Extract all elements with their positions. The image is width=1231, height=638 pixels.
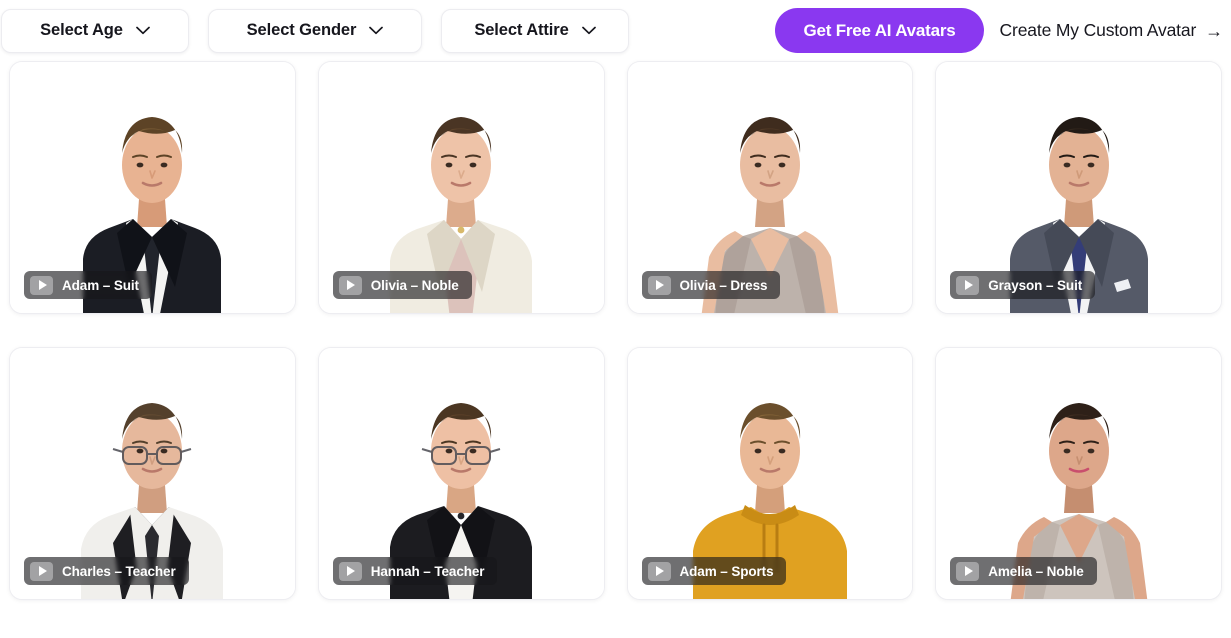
select-gender-label: Select Gender [246,21,357,39]
select-age-dropdown[interactable]: Select Age [1,8,189,53]
play-icon [30,561,53,581]
filter-group: Select Age Select Gender Select Attire [0,8,629,53]
cta-group: Get Free AI Avatars Create My Custom Ava… [775,0,1223,61]
avatar-play-badge[interactable]: Adam – Suit [24,271,152,299]
play-icon [956,561,980,581]
avatar-play-badge[interactable]: Grayson – Suit [950,271,1096,299]
avatar-card[interactable]: Olivia – Dress [626,61,914,314]
avatar-card[interactable]: Amelia – Noble [935,347,1222,600]
avatar-card[interactable]: Grayson – Suit [935,61,1222,314]
play-icon [338,275,362,295]
avatar-name-label: Adam – Sports [679,563,774,579]
avatar-card[interactable]: Adam – Sports [626,347,914,600]
play-icon [956,275,980,295]
avatar-play-badge[interactable]: Amelia – Noble [950,557,1097,585]
avatar-card[interactable]: Hannah – Teacher [317,347,605,600]
get-free-ai-avatars-button[interactable]: Get Free AI Avatars [775,8,984,53]
select-age-label: Select Age [40,21,123,39]
play-icon [338,561,362,581]
play-icon [647,561,671,581]
avatar-card[interactable]: Charles – Teacher [9,347,296,600]
avatar-name-label: Olivia – Noble [370,277,459,293]
filter-toolbar: Select Age Select Gender Select Attire G… [0,0,1231,61]
create-custom-avatar-label: Create My Custom Avatar [999,20,1197,40]
avatar-play-badge[interactable]: Adam – Sports [641,557,787,585]
avatar-play-badge[interactable]: Olivia – Dress [641,271,781,299]
avatar-card[interactable]: Olivia – Noble [317,61,605,314]
play-icon [647,275,671,295]
avatar-play-badge[interactable]: Charles – Teacher [24,557,189,585]
chevron-down-icon [136,26,150,35]
avatar-play-badge[interactable]: Hannah – Teacher [332,557,498,585]
avatar-name-label: Grayson – Suit [988,277,1083,293]
avatar-name-label: Olivia – Dress [679,277,768,293]
chevron-down-icon [369,26,384,35]
avatar-name-label: Charles – Teacher [62,563,176,579]
avatar-card[interactable]: Adam – Suit [9,61,296,314]
avatar-play-badge[interactable]: Olivia – Noble [332,271,472,299]
select-attire-label: Select Attire [474,21,569,39]
avatar-name-label: Amelia – Noble [988,563,1084,579]
select-gender-dropdown[interactable]: Select Gender [208,8,422,53]
arrow-right-icon: → [1205,20,1223,41]
avatar-name-label: Hannah – Teacher [370,563,485,579]
play-icon [30,275,53,295]
select-attire-dropdown[interactable]: Select Attire [441,8,629,53]
create-custom-avatar-link[interactable]: Create My Custom Avatar → [999,20,1224,41]
avatar-name-label: Adam – Suit [62,277,139,293]
avatar-grid: Adam – Suit Olivia – Noble Olivia – Dres… [0,61,1231,600]
chevron-down-icon [581,26,596,35]
